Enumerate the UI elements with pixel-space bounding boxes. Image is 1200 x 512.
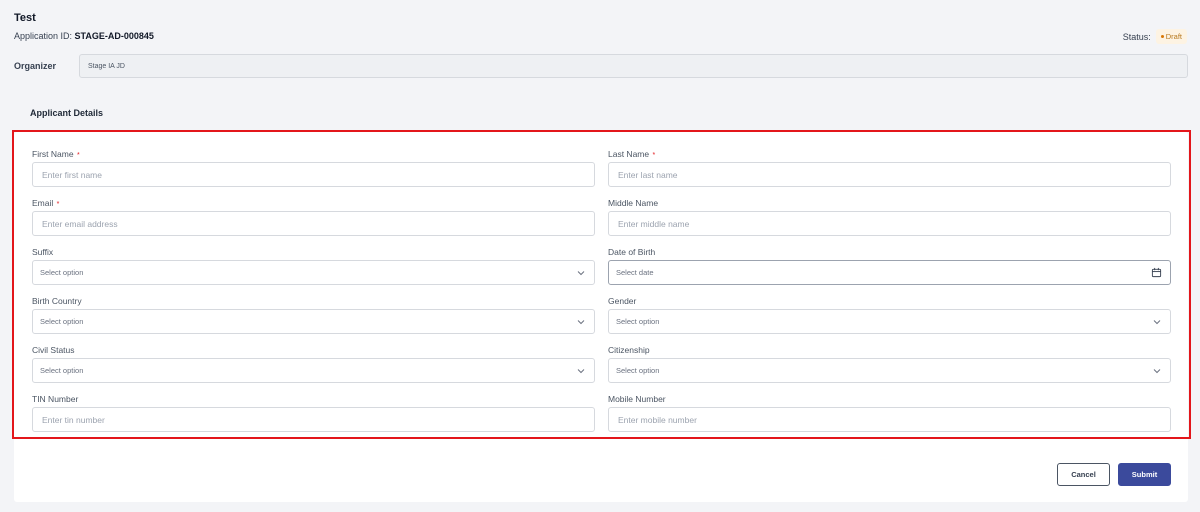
first-name-label: First Name * [32, 149, 80, 159]
required-marker: * [652, 152, 656, 159]
birth-country-label: Birth Country [32, 296, 82, 306]
email-group: Email * Enter email address [32, 198, 595, 247]
status-label: Status: [1122, 31, 1151, 42]
submit-button[interactable]: Submit [1118, 463, 1171, 486]
tin-input[interactable]: Enter tin number [32, 407, 595, 432]
email-label: Email * [32, 198, 60, 208]
last-name-label: Last Name * [608, 149, 656, 159]
chevron-down-icon [577, 368, 585, 373]
citizenship-select-value: Select option [616, 366, 660, 375]
mobile-label: Mobile Number [608, 394, 666, 404]
suffix-select[interactable]: Select option [32, 260, 595, 285]
first-name-group: First Name * Enter first name [32, 149, 595, 198]
civil-status-group: Civil Status Select option [32, 345, 595, 394]
mobile-group: Mobile Number Enter mobile number [608, 394, 1171, 443]
status-badge: Draft [1155, 29, 1187, 44]
civil-status-select[interactable]: Select option [32, 358, 595, 383]
tin-label: TIN Number [32, 394, 79, 404]
dob-label: Date of Birth [608, 247, 656, 257]
birth-country-select-value: Select option [40, 317, 84, 326]
tin-group: TIN Number Enter tin number [32, 394, 595, 443]
calendar-icon[interactable] [1151, 267, 1162, 278]
civil-status-label: Civil Status [32, 345, 75, 355]
suffix-select-value: Select option [40, 268, 84, 277]
chevron-down-icon [1153, 319, 1161, 324]
gender-select-value: Select option [616, 317, 660, 326]
dob-input-value: Select date [616, 268, 654, 277]
application-id-value: STAGE-AD-000845 [74, 31, 154, 41]
email-input[interactable]: Enter email address [32, 211, 595, 236]
chevron-down-icon [577, 270, 585, 275]
dob-group: Date of Birth Select date [608, 247, 1171, 296]
gender-label: Gender [608, 296, 637, 306]
page-title: Test [14, 12, 36, 24]
first-name-input[interactable]: Enter first name [32, 162, 595, 187]
birth-country-group: Birth Country Select option [32, 296, 595, 345]
last-name-group: Last Name * Enter last name [608, 149, 1171, 198]
application-id: Application ID: STAGE-AD-000845 [14, 31, 154, 41]
citizenship-select[interactable]: Select option [608, 358, 1171, 383]
gender-group: Gender Select option [608, 296, 1171, 345]
status: Status: Draft [1123, 29, 1187, 44]
suffix-group: Suffix Select option [32, 247, 595, 296]
cancel-button[interactable]: Cancel [1057, 463, 1110, 486]
application-id-label: Application ID: [14, 31, 73, 41]
middle-name-group: Middle Name Enter middle name [608, 198, 1171, 247]
organizer-field: Stage IA JD [79, 54, 1188, 78]
mobile-input[interactable]: Enter mobile number [608, 407, 1171, 432]
dob-input[interactable]: Select date [608, 260, 1171, 285]
form: First Name * Enter first name Last Name … [32, 149, 1171, 443]
suffix-label: Suffix [32, 247, 54, 257]
middle-name-input[interactable]: Enter middle name [608, 211, 1171, 236]
citizenship-group: Citizenship Select option [608, 345, 1171, 394]
gender-select[interactable]: Select option [608, 309, 1171, 334]
civil-status-select-value: Select option [40, 366, 84, 375]
status-dot-icon [1160, 35, 1164, 38]
birth-country-select[interactable]: Select option [32, 309, 595, 334]
last-name-input[interactable]: Enter last name [608, 162, 1171, 187]
chevron-down-icon [1153, 368, 1161, 373]
tab-applicant-details[interactable]: Applicant Details [14, 98, 124, 132]
chevron-down-icon [577, 319, 585, 324]
citizenship-label: Citizenship [608, 345, 650, 355]
middle-name-label: Middle Name [608, 198, 659, 208]
required-marker: * [76, 152, 80, 159]
required-marker: * [56, 201, 60, 208]
organizer-label: Organizer [14, 61, 57, 71]
status-badge-label: Draft [1165, 32, 1182, 41]
